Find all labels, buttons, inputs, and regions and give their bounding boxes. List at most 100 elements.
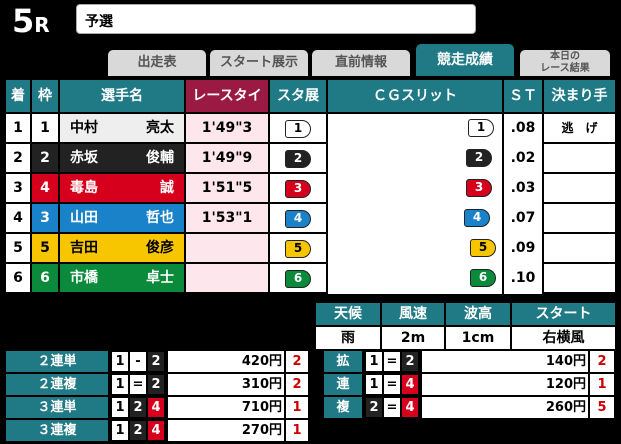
wave-height-value: 1cm [446, 327, 510, 349]
racer-given-name: 卓士 [146, 270, 174, 286]
tab-pre-race-info[interactable]: 直前情報 [312, 50, 410, 76]
payout-amount: 710円 [168, 397, 284, 418]
payout-amount: 270円 [168, 420, 284, 441]
cg-slit-cell: 1 [328, 114, 502, 142]
racer-name[interactable]: 赤坂 俊輔 [60, 144, 184, 172]
table-row: 4 3 山田 哲也 1'53"1 4 4.07 [6, 204, 615, 233]
racer-name[interactable]: 市橋 卓士 [60, 264, 184, 292]
combination-number: - [130, 352, 146, 371]
table-row: 5 5 吉田 俊彦 5 5.09 [6, 234, 615, 263]
combination-number: 1 [112, 352, 128, 371]
racer-surname: 吉田 [70, 240, 98, 256]
cg-slit-cell: 3 [328, 174, 502, 202]
boat-number-icon: 5 [285, 240, 311, 258]
wind-speed-value: 2m [382, 327, 444, 349]
weather-value: 雨 [316, 327, 380, 349]
combination-number: 1 [366, 352, 382, 371]
header-racer-name: 選手名 [60, 80, 184, 112]
st-cell: .09 [510, 240, 536, 256]
header-wave-height: 波高 [446, 303, 510, 325]
st-cell: .02 [510, 150, 536, 166]
bet-type-label: ３連単 [6, 397, 108, 418]
combination-number: 2 [366, 398, 382, 417]
kimarite-cell [544, 264, 615, 292]
st-cell: .10 [510, 270, 536, 286]
boat-number-icon: 2 [285, 150, 311, 168]
racer-name[interactable]: 中村 亮太 [60, 114, 184, 142]
bet-type-label: 拡 [324, 351, 362, 372]
payout-amount: 140円 [422, 351, 588, 372]
race-title: 予選 [76, 4, 476, 34]
combination-number: = [384, 398, 400, 417]
st-cell: .08 [510, 120, 536, 136]
race-number: 5R [12, 2, 50, 40]
waku-cell: 2 [32, 144, 58, 172]
bet-type-label: 連 [324, 374, 362, 395]
racer-given-name: 亮太 [146, 120, 174, 136]
payout-amount: 120円 [422, 374, 588, 395]
race-time-cell: 1'49"9 [186, 144, 268, 172]
racer-given-name: 俊輔 [146, 150, 174, 166]
racer-given-name: 俊彦 [146, 240, 174, 256]
race-time-cell: 1'53"1 [186, 204, 268, 232]
combination-number: = [384, 375, 400, 394]
combination-number: 1 [112, 398, 128, 417]
combination-number: 1 [366, 375, 382, 394]
combination-number: 2 [130, 398, 146, 417]
racer-name[interactable]: 吉田 俊彦 [60, 234, 184, 262]
tab-entry-list[interactable]: 出走表 [108, 50, 206, 76]
bet-type-label: ３連複 [6, 420, 108, 441]
combination-number: 4 [402, 398, 418, 417]
start-exhibition-cell: 2 [270, 144, 326, 172]
combination-number: 4 [402, 375, 418, 394]
cg-slit-boat-icon: 1 [468, 119, 494, 137]
start-exhibition-cell: 1 [270, 114, 326, 142]
combination-number: 2 [130, 421, 146, 440]
popularity-rank: 1 [286, 420, 308, 441]
payout-row: ２連単 1-2 420円 2 [6, 351, 308, 373]
header-weather: 天候 [316, 303, 380, 325]
rank-cell: 1 [6, 114, 30, 142]
cg-slit-cell: 4 [328, 204, 502, 232]
boat-number-icon: 1 [285, 120, 311, 138]
popularity-rank: 2 [590, 351, 614, 372]
waku-cell: 3 [32, 204, 58, 232]
tab-start-exhibition[interactable]: スタート展示 [210, 50, 308, 76]
cg-slit-boat-icon: 5 [470, 239, 496, 257]
start-exhibition-cell: 6 [270, 264, 326, 292]
payout-row: 拡 1 = 2 140円 2 [324, 351, 614, 373]
header-start-wind: スタート [512, 303, 615, 325]
table-row: 6 6 市橋 卓士 6 6.10 [6, 264, 615, 293]
racer-name[interactable]: 山田 哲也 [60, 204, 184, 232]
tab-today-results[interactable]: 本日の レース結果 [520, 50, 610, 76]
payout-row: ３連単 1 2 4 710円 1 [6, 397, 308, 419]
header-start-exhibition: スタ展 [270, 80, 326, 112]
racer-given-name: 哲也 [146, 210, 174, 226]
racer-surname: 赤坂 [70, 150, 98, 166]
payout-amount: 260円 [422, 397, 588, 418]
tab-race-result[interactable]: 競走成績 [416, 44, 514, 76]
combination-number: 2 [148, 352, 164, 371]
combination-number: = [384, 352, 400, 371]
racer-name[interactable]: 毒島 誠 [60, 174, 184, 202]
kimarite-cell: 逃 げ [544, 114, 615, 142]
combination-number: = [130, 375, 146, 394]
payout-row: ２連複 1 = 2 310円 2 [6, 374, 308, 396]
rank-cell: 4 [6, 204, 30, 232]
race-time-cell: 1'51"5 [186, 174, 268, 202]
header-rank: 着 [6, 80, 30, 112]
boat-number-icon: 6 [285, 270, 311, 288]
racer-surname: 市橋 [70, 270, 98, 286]
combination-number: 4 [148, 421, 164, 440]
waku-cell: 5 [32, 234, 58, 262]
combination-number: 4 [148, 398, 164, 417]
start-wind-value: 右横風 [512, 327, 615, 349]
table-row: 2 2 赤坂 俊輔 1'49"9 2 2.02 [6, 144, 615, 173]
racer-surname: 毒島 [70, 180, 98, 196]
header-race-time: レースタイム [186, 80, 268, 136]
racer-surname: 中村 [70, 120, 98, 136]
bet-type-label: ２連複 [6, 374, 108, 395]
payout-amount: 310円 [168, 374, 284, 395]
kimarite-cell [544, 144, 615, 172]
race-time-cell [186, 234, 268, 262]
